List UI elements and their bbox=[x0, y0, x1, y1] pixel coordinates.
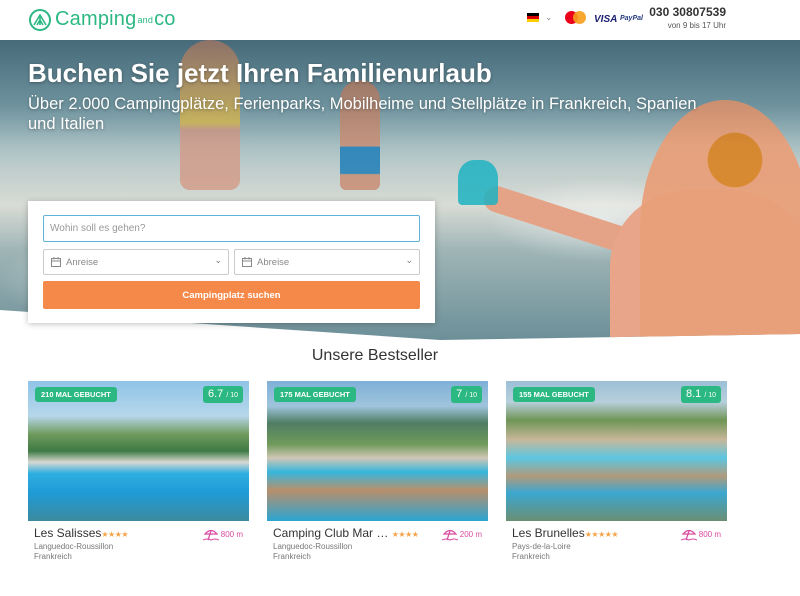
campsite-photo[interactable]: 210 MAL GEBUCHT 6.7 / 10 bbox=[28, 381, 249, 521]
hero-title: Buchen Sie jetzt Ihren Familienurlaub bbox=[28, 58, 492, 88]
campsite-photo[interactable]: 155 MAL GEBUCHT 8.1 / 10 bbox=[506, 381, 727, 521]
rating-score-badge: 7 / 10 bbox=[451, 386, 482, 403]
bestsellers-title: Unsere Bestseller bbox=[311, 347, 439, 364]
campsite-name[interactable]: Camping Club Mar … bbox=[273, 526, 388, 540]
logo-text-main: Camping bbox=[55, 8, 137, 30]
beach-umbrella-icon bbox=[442, 529, 458, 541]
search-panel: Anreise ⌄ Abreise ⌄ Campingplatz suchen bbox=[28, 201, 435, 323]
chevron-down-icon: ⌄ bbox=[405, 255, 413, 265]
booked-count-badge: 155 MAL GEBUCHT bbox=[513, 387, 595, 402]
beach-distance: 200 m bbox=[459, 530, 482, 539]
phone-number[interactable]: 030 30807539 bbox=[626, 5, 726, 19]
campsite-name-row[interactable]: Les Salisses★★★★ bbox=[34, 526, 129, 540]
booked-count-badge: 210 MAL GEBUCHT bbox=[35, 387, 117, 402]
search-camping-button[interactable]: Campingplatz suchen bbox=[43, 281, 420, 309]
arrival-date-select[interactable]: Anreise ⌄ bbox=[43, 249, 229, 275]
star-rating: ★★★★ bbox=[101, 530, 129, 539]
booked-count-badge: 175 MAL GEBUCHT bbox=[274, 387, 356, 402]
campsite-name-row[interactable]: Camping Club Mar … ★★★★ bbox=[273, 526, 419, 540]
arrival-label: Anreise bbox=[66, 257, 99, 268]
campsite-name[interactable]: Les Brunelles bbox=[512, 526, 585, 540]
site-header: Campingandco ⌄ VISA PayPal 030 30807539 … bbox=[0, 0, 800, 40]
mastercard-icon bbox=[565, 11, 587, 26]
campsite-card[interactable]: 175 MAL GEBUCHT 7 / 10 Camping Club Mar … bbox=[267, 381, 488, 561]
campsite-country: Frankreich bbox=[512, 552, 550, 561]
calendar-icon bbox=[242, 257, 252, 267]
phone-hours: von 9 bis 17 Uhr bbox=[667, 21, 726, 30]
star-rating: ★★★★★ bbox=[584, 530, 619, 539]
campsite-region: Languedoc-Roussillon bbox=[34, 542, 114, 551]
beach-umbrella-icon bbox=[203, 529, 219, 541]
logo[interactable]: Campingandco bbox=[29, 8, 176, 31]
beach-distance: 800 m bbox=[698, 530, 721, 539]
rating-score-badge: 6.7 / 10 bbox=[202, 386, 243, 403]
chevron-down-icon: ⌄ bbox=[214, 255, 222, 265]
rating-denominator: / 10 bbox=[465, 392, 477, 399]
beach-distance: 800 m bbox=[220, 530, 243, 539]
campsite-region: Languedoc-Roussillon bbox=[273, 542, 353, 551]
rating-score: 8.1 bbox=[685, 388, 702, 400]
logo-text-small: and bbox=[137, 15, 154, 25]
campsite-card[interactable]: 210 MAL GEBUCHT 6.7 / 10 Les Salisses★★★… bbox=[28, 381, 249, 561]
campsite-region: Pays-de-la-Loire bbox=[512, 542, 571, 551]
star-rating: ★★★★ bbox=[391, 530, 419, 539]
campsite-name-row[interactable]: Les Brunelles★★★★★ bbox=[512, 526, 619, 540]
rating-denominator: / 10 bbox=[704, 392, 716, 399]
chevron-down-icon[interactable]: ⌄ bbox=[545, 12, 553, 23]
beach-umbrella-icon bbox=[681, 529, 697, 541]
campsite-name[interactable]: Les Salisses bbox=[34, 526, 101, 540]
calendar-icon bbox=[51, 257, 61, 267]
rating-denominator: / 10 bbox=[226, 392, 238, 399]
rating-score: 7 bbox=[456, 388, 463, 400]
tent-logo-icon bbox=[29, 8, 51, 31]
destination-search-input[interactable] bbox=[43, 215, 420, 242]
logo-text: Campingandco bbox=[55, 8, 176, 31]
rating-score: 6.7 bbox=[207, 388, 224, 400]
campsite-photo[interactable]: 175 MAL GEBUCHT 7 / 10 bbox=[267, 381, 488, 521]
departure-label: Abreise bbox=[257, 257, 290, 268]
departure-date-select[interactable]: Abreise ⌄ bbox=[234, 249, 420, 275]
hero-subtitle: Über 2.000 Campingplätze, Ferienparks, M… bbox=[28, 95, 697, 133]
campsite-card[interactable]: 155 MAL GEBUCHT 8.1 / 10 Les Brunelles★★… bbox=[506, 381, 727, 561]
rating-score-badge: 8.1 / 10 bbox=[680, 386, 721, 403]
visa-logo: VISA bbox=[594, 14, 618, 25]
campsite-country: Frankreich bbox=[273, 552, 311, 561]
german-flag-icon[interactable] bbox=[527, 13, 539, 22]
logo-text-end: co bbox=[154, 8, 176, 30]
campsite-country: Frankreich bbox=[34, 552, 72, 561]
